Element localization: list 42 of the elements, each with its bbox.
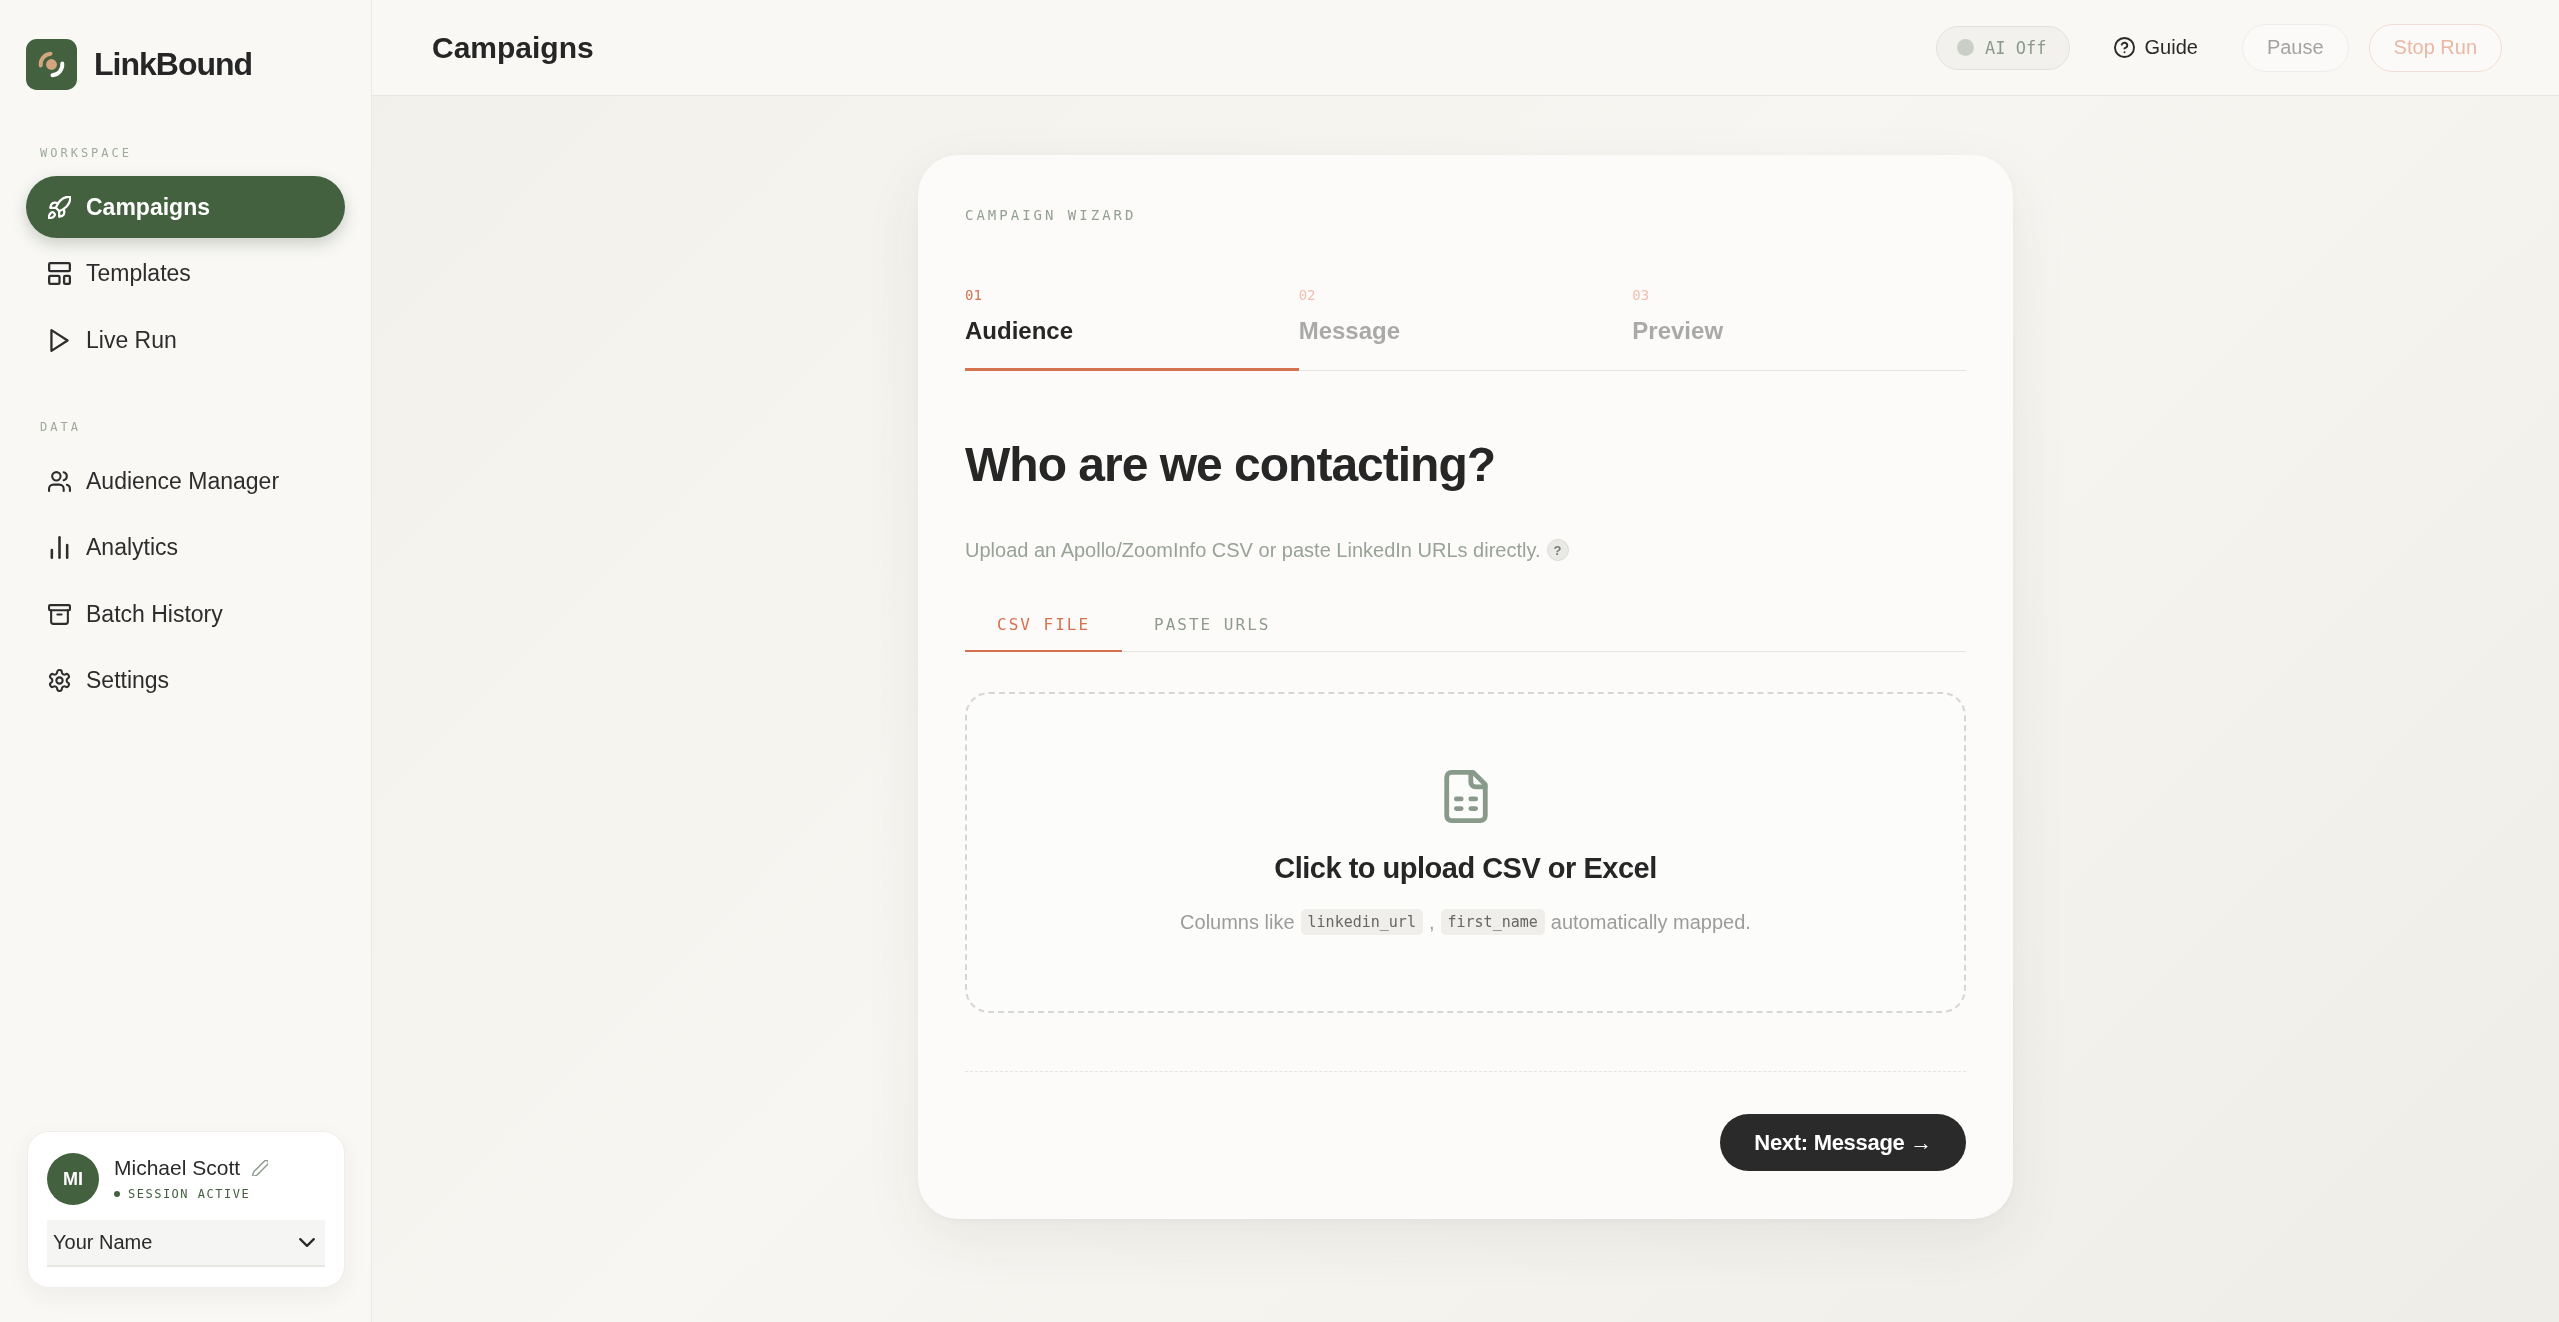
hint-text: Columns like: [1180, 910, 1295, 935]
users-icon: [48, 469, 71, 493]
archive-icon: [48, 602, 71, 626]
next-button[interactable]: Next: Message →: [1720, 1114, 1966, 1171]
settings-icon: [48, 669, 71, 692]
bar-chart-icon: [48, 536, 71, 559]
spreadsheet-file-icon: [1443, 770, 1488, 823]
help-icon: [2113, 37, 2135, 58]
page-title: Campaigns: [432, 30, 594, 65]
nav-item[interactable]: Settings: [26, 649, 345, 712]
section-label: DATA: [39, 419, 82, 435]
nav-item[interactable]: Live Run: [26, 309, 345, 371]
column-name-code: linkedin_url: [1300, 909, 1423, 935]
nav-item[interactable]: Audience Manager: [26, 450, 345, 512]
brand-name: LinkBound: [94, 46, 253, 83]
chevron-down-icon: [299, 1238, 315, 1247]
upload-dropzone[interactable]: Click to upload CSV or Excel Columns like linkedin_url , first_name automatically mapped.: [965, 692, 1966, 1013]
play-icon: [48, 328, 71, 352]
hint-text: automatically mapped.: [1550, 910, 1751, 935]
user-name: Michael Scott: [114, 1156, 241, 1180]
column-name-code: first_name: [1440, 909, 1545, 935]
page-heading: Who are we contacting?: [965, 437, 1497, 493]
nav-item[interactable]: Templates: [26, 242, 345, 305]
wizard-step[interactable]: 01 Audience: [965, 287, 1299, 371]
nav-item[interactable]: Campaigns: [26, 176, 345, 238]
wizard-eyebrow: CAMPAIGN WIZARD: [965, 206, 1138, 224]
layout-icon: [48, 262, 71, 285]
logo-icon: [26, 39, 77, 90]
nav-item[interactable]: Batch History: [26, 583, 345, 645]
hint-text: ,: [1428, 910, 1435, 935]
nav-item[interactable]: Analytics: [26, 516, 345, 579]
rocket-icon: [48, 195, 71, 219]
section-label: WORKSPACE: [39, 145, 134, 161]
pencil-icon[interactable]: [252, 1160, 269, 1176]
session-status: SESSION ACTIVE: [128, 1186, 251, 1202]
status-dot-icon: [114, 1191, 120, 1197]
upload-title: Click to upload CSV or Excel: [1274, 851, 1657, 886]
help-badge[interactable]: ?: [1546, 539, 1569, 561]
guide-button[interactable]: Guide: [2089, 23, 2222, 72]
user-avatar: MI: [47, 1153, 99, 1205]
name-select[interactable]: Your Name: [47, 1220, 325, 1267]
upload-instructions: Upload an Apollo/ZoomInfo CSV or paste LinkedIn URLs directly.: [965, 538, 1541, 563]
